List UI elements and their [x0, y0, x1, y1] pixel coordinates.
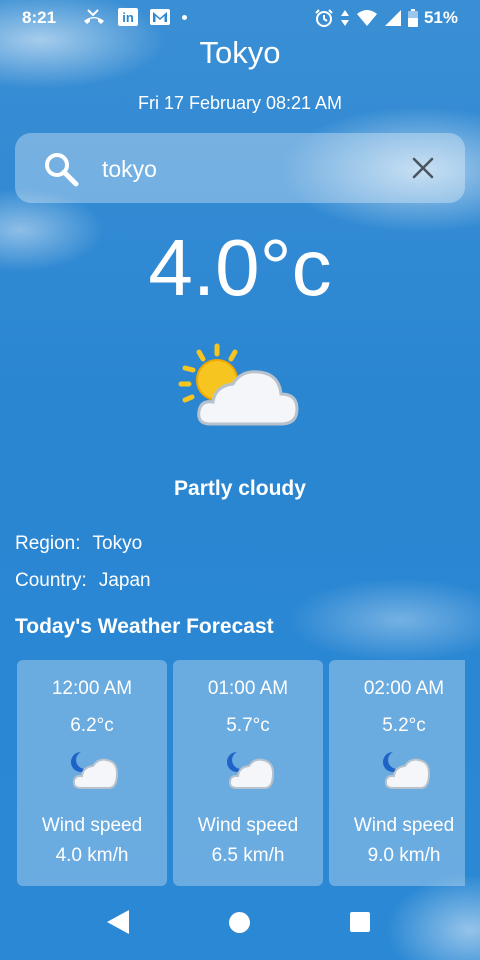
current-temperature: 4.0°c: [148, 223, 332, 312]
country-label: Country:: [15, 570, 87, 591]
forecast-title: Today's Weather Forecast: [15, 615, 274, 638]
home-icon[interactable]: [229, 912, 250, 933]
data-icon: [340, 10, 349, 26]
status-bar: 8:21 in 51%: [0, 0, 480, 38]
country-row: Country: Japan: [15, 570, 151, 592]
weather-condition: Partly cloudy: [174, 477, 306, 500]
wifi-icon: [356, 10, 377, 26]
wind-speed: 6.5 km/h: [211, 845, 285, 866]
missed-call-icon: [84, 9, 104, 24]
battery-icon: [407, 9, 418, 27]
forecast-temp: 5.2°c: [382, 715, 426, 736]
back-icon[interactable]: [107, 910, 129, 934]
battery-percent: 51%: [423, 8, 458, 27]
clear-icon[interactable]: [411, 156, 435, 180]
partly-cloudy-day-icon: [178, 343, 299, 426]
alarm-icon: [315, 9, 333, 27]
navigation-bar: [0, 886, 480, 960]
forecast-temp: 5.7°c: [226, 715, 270, 736]
partly-cloudy-night-icon: [71, 752, 119, 789]
wind-speed: 9.0 km/h: [367, 845, 441, 866]
forecast-card[interactable]: 12:00 AM 6.2°c Wind speed 4.0 km/h: [17, 660, 167, 886]
forecast-card[interactable]: 01:00 AM 5.7°c Wind speed 6.5 km/h: [173, 660, 323, 886]
forecast-list[interactable]: 12:00 AM 6.2°c Wind speed 4.0 km/h 01:00…: [17, 660, 465, 886]
city-title: Tokyo: [199, 35, 281, 70]
wind-label: Wind speed: [41, 815, 143, 836]
forecast-time: 12:00 AM: [51, 678, 133, 699]
forecast-time: 01:00 AM: [207, 678, 289, 699]
region-row: Region: Tokyo: [15, 533, 142, 555]
partly-cloudy-night-icon: [383, 752, 431, 789]
forecast-time: 02:00 AM: [363, 678, 445, 699]
status-time: 8:21: [22, 8, 57, 27]
region-label: Region:: [15, 533, 81, 554]
linkedin-icon: in: [118, 8, 138, 26]
forecast-temp: 6.2°c: [70, 715, 114, 736]
notification-icons: in: [82, 8, 187, 26]
search-icon[interactable]: [43, 151, 79, 187]
wind-speed: 4.0 km/h: [55, 845, 129, 866]
current-datetime: Fri 17 February 08:21 AM: [137, 93, 343, 113]
gmail-icon: [150, 9, 170, 25]
system-icons: 51%: [314, 8, 458, 28]
search-input[interactable]: [100, 151, 384, 187]
wind-label: Wind speed: [197, 815, 299, 836]
country-value: Japan: [98, 570, 151, 591]
partly-cloudy-night-icon: [227, 752, 275, 789]
signal-icon: [384, 10, 401, 26]
notification-dot-icon: [182, 14, 187, 20]
wind-label: Wind speed: [353, 815, 455, 836]
region-value: Tokyo: [92, 533, 143, 554]
search-bar[interactable]: [15, 133, 465, 203]
recent-apps-icon[interactable]: [350, 912, 370, 932]
forecast-card[interactable]: 02:00 AM 5.2°c Wind speed 9.0 km/h: [329, 660, 465, 886]
